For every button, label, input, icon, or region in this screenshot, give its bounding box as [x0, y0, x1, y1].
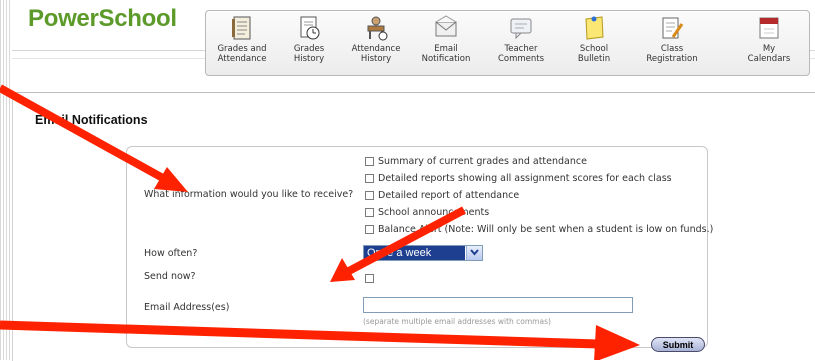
calendar-icon	[759, 17, 779, 39]
nav-label: School Bulletin	[577, 44, 611, 64]
send-now-label: Send now?	[144, 271, 196, 282]
nav-label: Grades and Attendance	[217, 44, 267, 64]
frequency-label: How often?	[144, 248, 198, 259]
option-label: School announcements	[378, 207, 490, 218]
email-notifications-form: What information would you like to recei…	[126, 146, 713, 348]
nav-label: My Calendars	[747, 44, 791, 64]
option-checkbox-announcements[interactable]	[365, 208, 374, 217]
nav-label: Teacher Comments	[497, 44, 545, 64]
email-hint: (separate multiple email addresses with …	[363, 317, 551, 326]
info-question-label: What information would you like to recei…	[144, 189, 354, 200]
notepad-pencil-icon	[662, 17, 684, 39]
nav-attendance-history[interactable]: Attendance History	[343, 15, 409, 64]
nav-grades-attendance[interactable]: Grades and Attendance	[209, 15, 275, 64]
attendance-desk-icon	[367, 16, 388, 41]
nav-label: Email Notification	[421, 44, 471, 64]
option-checkbox-summary[interactable]	[365, 157, 374, 166]
submit-button[interactable]: Submit	[651, 337, 705, 352]
chevron-down-icon[interactable]	[466, 246, 482, 260]
option-checkbox-attendance[interactable]	[365, 191, 374, 200]
page-edge-decoration	[0, 0, 12, 360]
nav-label: Attendance History	[351, 44, 401, 64]
nav-teacher-comments[interactable]: Teacher Comments	[488, 15, 554, 64]
page-title: Email Notifications	[35, 113, 148, 127]
main-content: Email Notifications What information wou…	[12, 92, 815, 361]
main-nav: Grades and Attendance Grades History Att…	[205, 10, 810, 76]
option-label: Detailed reports showing all assignment …	[378, 173, 672, 184]
comment-icon	[510, 18, 532, 40]
option-checkbox-balance-alert[interactable]	[365, 225, 374, 234]
nav-my-calendars[interactable]: My Calendars	[736, 15, 802, 64]
frequency-select[interactable]: Once a week	[363, 245, 483, 261]
send-now-checkbox[interactable]	[365, 274, 374, 283]
option-label: Balance Alert (Note: Will only be sent w…	[378, 224, 714, 235]
nav-label: Class Registration	[646, 44, 698, 64]
email-label: Email Address(es)	[144, 302, 230, 313]
nav-email-notification[interactable]: Email Notification	[413, 15, 479, 64]
nav-label: Grades History	[293, 44, 325, 64]
nav-grades-history[interactable]: Grades History	[276, 15, 342, 64]
frequency-selected-value: Once a week	[364, 246, 465, 260]
envelope-icon	[435, 15, 457, 37]
gradebook-icon	[232, 16, 251, 40]
powerschool-logo: PowerSchool	[28, 5, 177, 32]
option-label: Summary of current grades and attendance	[378, 156, 587, 167]
option-checkbox-detailed-scores[interactable]	[365, 174, 374, 183]
email-address-input[interactable]	[363, 297, 633, 313]
option-label: Detailed report of attendance	[378, 190, 520, 201]
sticky-note-icon	[585, 16, 604, 40]
nav-class-registration[interactable]: Class Registration	[639, 15, 705, 64]
clock-document-icon	[300, 16, 320, 40]
nav-school-bulletin[interactable]: School Bulletin	[561, 15, 627, 64]
